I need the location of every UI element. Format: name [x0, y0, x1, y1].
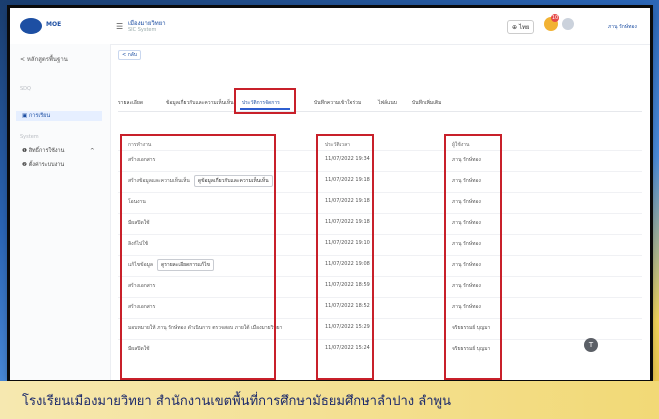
sidebar-item-label: การเรียน [28, 113, 51, 119]
user-name[interactable]: ภานุ รักษ์ทอง [608, 23, 637, 31]
caption-banner: โรงเรียนเมืองมายวิทยา สำนักงานเขตพื้นที่… [0, 381, 659, 419]
sidebar: < หลักสูตรพื้นฐาน SDQ ▣ การเรียน System … [10, 44, 111, 380]
tab-attachments[interactable]: ไฟล์แนบ [378, 99, 397, 107]
highlight-box-tab [234, 88, 296, 114]
tab-details[interactable]: รายละเอียด [118, 99, 143, 107]
menu-icon[interactable]: ☰ [116, 22, 123, 31]
highlight-box-times [316, 134, 374, 380]
sidebar-section-label: System [20, 134, 39, 140]
main-content: < กลับ รายละเอียด ข้อมูลเกี่ยวกับและความ… [110, 44, 650, 380]
moe-logo-icon [20, 18, 42, 34]
globe-icon: ⊕ [512, 24, 518, 31]
caption-text: โรงเรียนเมืองมายวิทยา สำนักงานเขตพื้นที่… [22, 394, 451, 409]
avatar[interactable] [562, 18, 574, 30]
floating-action-button[interactable]: T [584, 338, 598, 352]
tab-notes[interactable]: บันทึกเพิ่มเติม [412, 99, 441, 107]
app-subtitle: SIC System [128, 27, 157, 33]
sidebar-section-label: SDQ [20, 86, 31, 92]
gear-icon: ❷ [22, 162, 29, 168]
sidebar-back-link[interactable]: < หลักสูตรพื้นฐาน [20, 54, 68, 64]
sidebar-item-permissions[interactable]: ❶ สิทธิ์การใช้งาน ^ [16, 146, 102, 156]
app-window: MOE ☰ เมืองมายวิทยา SIC System ⊕ ไทย 10 … [10, 8, 650, 380]
tab-agreement[interactable]: บันทึกความเข้าใจร่วม [314, 99, 361, 107]
sidebar-item-label: สิทธิ์การใช้งาน [28, 148, 65, 154]
tabs-divider [118, 111, 642, 112]
notification-count: 10 [551, 14, 559, 22]
book-icon: ▣ [22, 113, 29, 119]
language-label: ไทย [518, 24, 530, 31]
sidebar-item-settings[interactable]: ❷ ตั้งค่าระบบงาน [16, 160, 102, 170]
shield-icon: ❶ [22, 148, 29, 154]
top-bar: MOE ☰ เมืองมายวิทยา SIC System ⊕ ไทย 10 … [10, 8, 650, 45]
chevron-up-icon: ^ [90, 148, 95, 154]
highlight-box-actions [120, 134, 276, 380]
logo-text: MOE [46, 21, 62, 28]
sidebar-item-learning[interactable]: ▣ การเรียน [16, 111, 102, 121]
language-button[interactable]: ⊕ ไทย [507, 20, 535, 34]
sidebar-item-label: ตั้งค่าระบบงาน [28, 162, 65, 168]
tab-opinions[interactable]: ข้อมูลเกี่ยวกับและความเห็นเห็น [166, 99, 234, 107]
highlight-box-users [444, 134, 502, 380]
back-button[interactable]: < กลับ [118, 50, 142, 60]
